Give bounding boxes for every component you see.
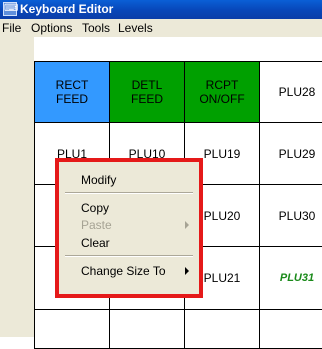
menu-item-clear[interactable]: Clear — [63, 234, 195, 252]
menu-file[interactable]: File — [2, 21, 21, 35]
key-plu28[interactable]: PLU28 — [259, 61, 322, 123]
menu-item-label: Change Size To — [81, 264, 166, 278]
key-plu31[interactable]: PLU31 — [259, 246, 322, 310]
menu-item-change-size-to[interactable]: Change Size To — [63, 262, 195, 280]
context-menu: Modify Copy Paste Clear Change Size To — [63, 166, 195, 290]
key-plu30[interactable]: PLU30 — [259, 184, 322, 247]
key-row5-col3[interactable] — [184, 309, 260, 349]
menu-separator — [65, 255, 193, 257]
menu-item-label: Copy — [81, 201, 110, 215]
menu-item-modify[interactable]: Modify — [63, 171, 195, 189]
menu-item-copy[interactable]: Copy — [63, 199, 195, 217]
menu-tools[interactable]: Tools — [82, 21, 110, 35]
key-row5-col2[interactable] — [109, 309, 185, 349]
menu-item-label: Paste — [81, 218, 112, 232]
key-rect-feed[interactable]: RECT FEED — [34, 61, 110, 123]
title-bar[interactable]: ⌨ Keyboard Editor — [0, 0, 322, 19]
menu-bar: File Options Tools Levels — [0, 19, 322, 37]
key-plu29[interactable]: PLU29 — [259, 122, 322, 185]
menu-options[interactable]: Options — [31, 21, 72, 35]
left-panel — [0, 37, 34, 337]
menu-separator — [65, 192, 193, 194]
key-row5-col1[interactable] — [34, 309, 110, 349]
menu-item-label: Clear — [81, 236, 110, 250]
window-title: Keyboard Editor — [20, 2, 114, 16]
submenu-arrow-icon — [185, 221, 189, 229]
key-rcpt-onoff[interactable]: RCPT ON/OFF — [184, 61, 260, 123]
menu-item-label: Modify — [81, 173, 117, 187]
submenu-arrow-icon — [185, 267, 189, 275]
menu-item-paste[interactable]: Paste — [63, 216, 195, 234]
context-menu-highlight: Modify Copy Paste Clear Change Size To — [55, 158, 203, 298]
key-detl-feed[interactable]: DETL FEED — [109, 61, 185, 123]
menu-levels[interactable]: Levels — [118, 21, 153, 35]
key-row5-col4[interactable] — [259, 309, 322, 349]
app-icon: ⌨ — [3, 2, 19, 16]
